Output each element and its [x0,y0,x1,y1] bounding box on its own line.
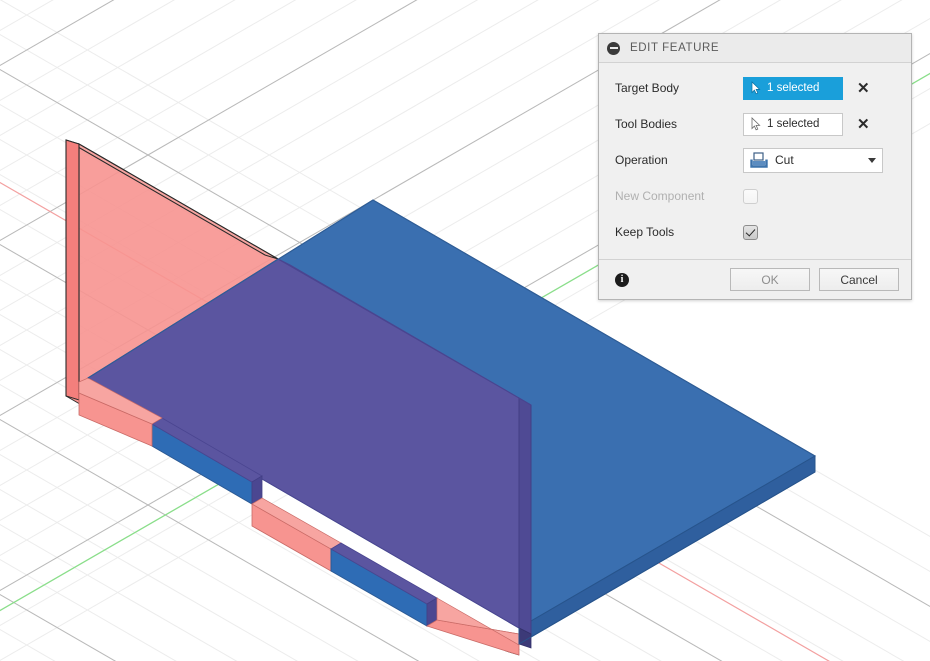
selection-cursor-icon [751,117,761,131]
cancel-button[interactable]: Cancel [819,268,899,291]
dialog-title-bar[interactable]: EDIT FEATURE [599,34,911,63]
info-icon[interactable]: i [615,272,629,287]
dialog-body: Target Body 1 selected ✕ Tool Bodies 1 s… [599,63,911,259]
row-new-component: New Component [599,178,911,214]
tool-bodies-label: Tool Bodies [615,117,678,131]
row-target-body: Target Body 1 selected ✕ [599,70,911,106]
tool-bodies-clear-button[interactable]: ✕ [857,117,870,132]
tool-body-left-edge [65,139,80,401]
operation-dropdown[interactable]: Cut [743,147,883,173]
target-body-clear-button[interactable]: ✕ [857,81,870,96]
row-operation: Operation Cut [599,142,911,178]
new-component-checkbox [743,188,758,204]
row-keep-tools: Keep Tools [599,214,911,250]
new-component-label: New Component [615,189,705,203]
tool-bodies-selection-field[interactable]: 1 selected [743,112,843,136]
operation-value: Cut [775,153,794,167]
target-body-selection-value: 1 selected [767,82,820,94]
overlap-right-edge [518,397,532,635]
edit-feature-dialog[interactable]: EDIT FEATURE Target Body 1 selected ✕ To… [598,33,912,300]
application-window: EDIT FEATURE Target Body 1 selected ✕ To… [0,0,930,661]
ok-button[interactable]: OK [730,268,810,291]
keep-tools-label: Keep Tools [615,225,675,239]
keep-tools-checkbox[interactable] [743,224,758,240]
chevron-down-icon[interactable] [868,157,876,163]
target-body-selection-field[interactable]: 1 selected [743,76,843,100]
operation-label: Operation [615,153,668,167]
row-tool-bodies: Tool Bodies 1 selected ✕ [599,106,911,142]
selection-cursor-icon [751,81,761,95]
dialog-title: EDIT FEATURE [630,42,720,54]
cut-operation-icon [750,152,768,168]
tool-bodies-selection-value: 1 selected [767,118,820,130]
minus-circle-icon[interactable] [607,41,620,55]
target-body-label: Target Body [615,81,680,95]
dialog-footer: i OK Cancel [599,259,911,299]
